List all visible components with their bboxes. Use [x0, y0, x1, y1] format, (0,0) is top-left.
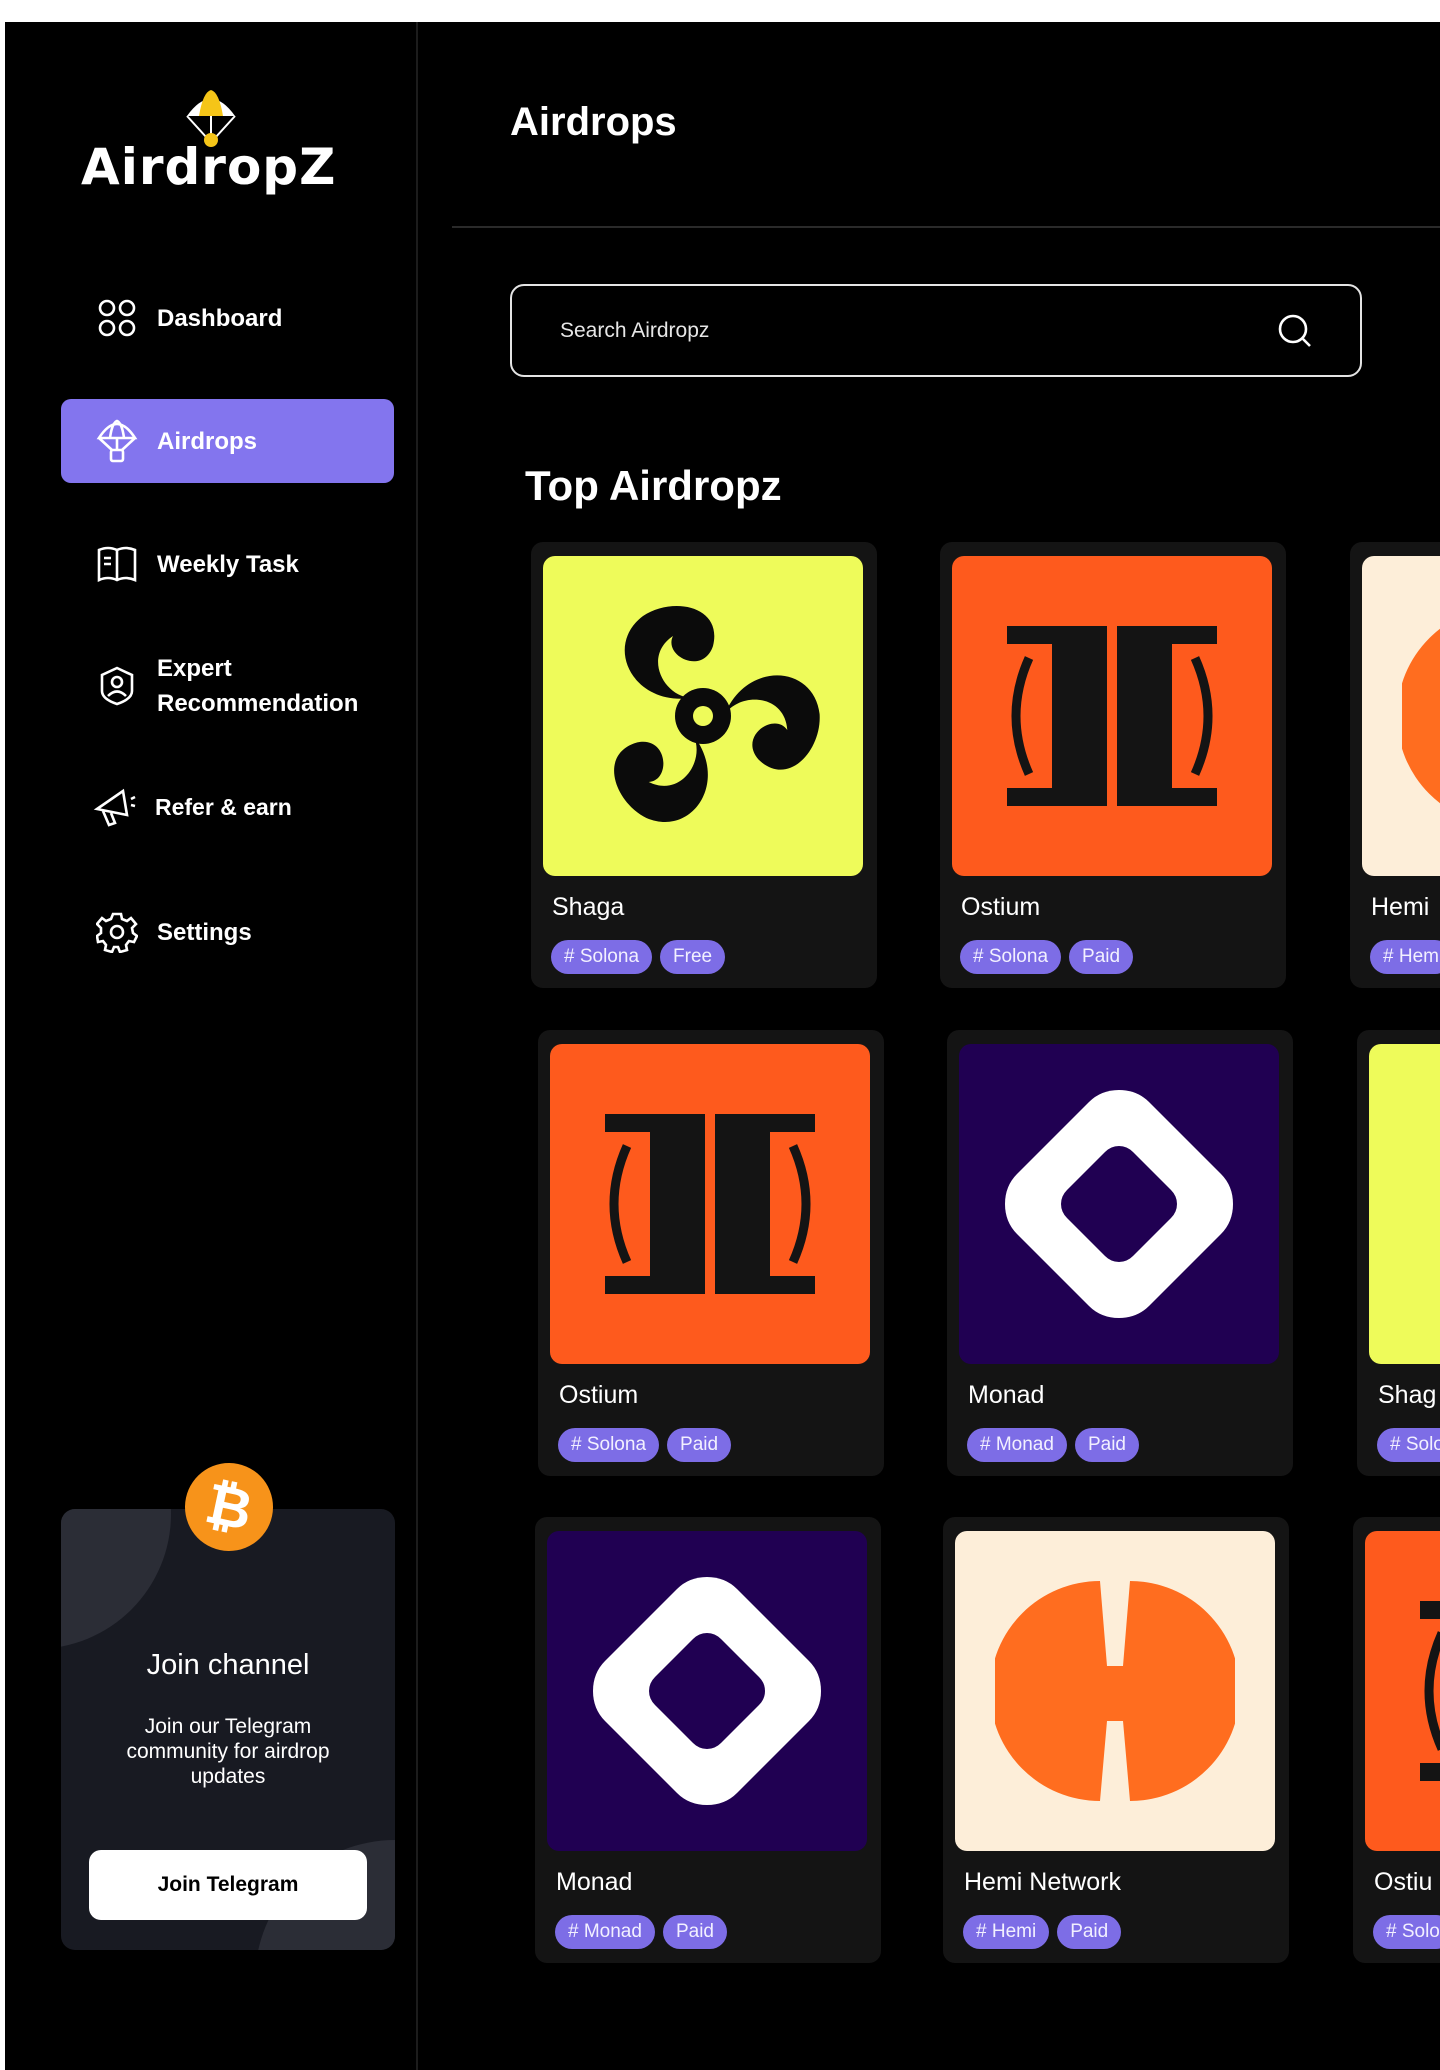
- chain-tag[interactable]: # Solona: [960, 940, 1062, 974]
- chain-tag[interactable]: # Monad: [555, 1915, 655, 1949]
- airdrop-card[interactable]: Hemi Network # Hemi Paid: [943, 1517, 1289, 1963]
- sidebar-item-airdrops[interactable]: Airdrops: [61, 399, 394, 483]
- monad-logo-icon: [1005, 1090, 1233, 1318]
- card-title: Shaga: [552, 893, 625, 921]
- sidebar-item-label: Settings: [157, 918, 252, 946]
- card-title: Shag: [1378, 1381, 1437, 1409]
- chain-tag[interactable]: # Hemi: [963, 1915, 1050, 1949]
- airdrop-card[interactable]: Monad # Monad Paid: [535, 1517, 881, 1963]
- sidebar-item-weekly-task[interactable]: Weekly Task: [61, 522, 394, 606]
- sidebar-item-expert-recommendation[interactable]: Expert Recommendation: [61, 636, 394, 736]
- sidebar-item-label: Dashboard: [157, 304, 283, 332]
- decorative-circle: [61, 1509, 171, 1649]
- chain-tag[interactable]: # Monad: [967, 1428, 1067, 1462]
- sidebar-item-label: Refer & earn: [155, 793, 292, 820]
- sidebar: AirdropZ Dashboard Airdrops Weekly Task …: [5, 22, 418, 2070]
- search-bar: [510, 284, 1362, 377]
- gear-icon: [95, 910, 139, 954]
- section-title: Top Airdropz: [525, 462, 782, 509]
- megaphone-icon: [93, 785, 137, 829]
- price-tag[interactable]: Paid: [667, 1428, 732, 1462]
- ostium-logo-icon: [1007, 626, 1217, 806]
- sidebar-item-label: Weekly Task: [157, 550, 299, 578]
- logo-text: AirdropZ: [81, 138, 337, 196]
- book-icon: [95, 542, 139, 586]
- join-channel-card: Join channel Join our Telegram community…: [61, 1509, 395, 1950]
- monad-logo: [959, 1044, 1279, 1364]
- ostium-logo-icon: [1420, 1601, 1440, 1781]
- chain-tag[interactable]: # Solona: [551, 940, 653, 974]
- ostium-logo: [952, 556, 1272, 876]
- sidebar-item-label: Airdrops: [157, 427, 258, 455]
- airdrop-card[interactable]: Ostiu # Solo: [1353, 1517, 1440, 1963]
- chain-tag[interactable]: # Solo: [1373, 1915, 1440, 1949]
- airdrop-card[interactable]: Ostium # Solona Paid: [538, 1030, 884, 1476]
- price-tag[interactable]: Paid: [1074, 1428, 1139, 1462]
- ostium-logo: [550, 1044, 870, 1364]
- hemi-logo-icon: [1402, 628, 1440, 804]
- hemi-logo: [955, 1531, 1275, 1851]
- card-title: Ostium: [961, 893, 1041, 921]
- search-input[interactable]: [512, 286, 1275, 375]
- join-telegram-button[interactable]: Join Telegram: [89, 1850, 367, 1920]
- shaga-logo: [543, 556, 863, 876]
- card-title: Monad: [556, 1868, 633, 1896]
- user-badge-icon: [95, 664, 139, 708]
- chain-tag[interactable]: # Solo: [1377, 1428, 1440, 1462]
- shaga-logo-icon: [602, 606, 823, 836]
- header-divider: [452, 226, 1440, 228]
- grid-icon: [95, 296, 139, 340]
- sidebar-item-dashboard[interactable]: Dashboard: [61, 276, 394, 360]
- parachute-icon: [95, 419, 139, 463]
- shaga-logo-icon: [1409, 1084, 1440, 1324]
- chain-tag[interactable]: # Solona: [558, 1428, 660, 1462]
- card-title: Monad: [968, 1381, 1045, 1409]
- sidebar-item-label: Expert Recommendation: [157, 655, 359, 717]
- hemi-logo: [1362, 556, 1440, 876]
- price-tag[interactable]: Paid: [1069, 940, 1134, 974]
- brand-logo[interactable]: AirdropZ: [77, 88, 335, 208]
- card-title: Hemi: [1371, 893, 1430, 921]
- page-title: Airdrops: [510, 100, 677, 144]
- chain-tag[interactable]: # Hem: [1370, 940, 1440, 974]
- ostium-logo: [1365, 1531, 1440, 1851]
- card-title: Ostium: [559, 1381, 639, 1409]
- airdrop-card[interactable]: Ostium # Solona Paid: [940, 542, 1286, 988]
- channel-description: Join our Telegram community for airdrop …: [126, 1715, 330, 1788]
- airdrop-card[interactable]: Hemi # Hem: [1350, 542, 1440, 988]
- price-tag[interactable]: Paid: [1057, 1915, 1122, 1949]
- price-tag[interactable]: Free: [660, 940, 726, 974]
- ostium-logo-icon: [605, 1114, 815, 1294]
- sidebar-item-refer-earn[interactable]: Refer & earn: [61, 765, 394, 849]
- hemi-logo-icon: [995, 1581, 1235, 1801]
- sidebar-item-settings[interactable]: Settings: [61, 890, 394, 974]
- channel-title: Join channel: [146, 1649, 310, 1681]
- airdrop-card[interactable]: Shaga # Solona Free: [531, 542, 877, 988]
- monad-logo-icon: [593, 1577, 821, 1805]
- card-title: Hemi Network: [964, 1868, 1121, 1896]
- monad-logo: [547, 1531, 867, 1851]
- shaga-logo: [1369, 1044, 1440, 1364]
- app-window: AirdropZ Dashboard Airdrops Weekly Task …: [5, 22, 1440, 2070]
- card-title: Ostiu: [1374, 1868, 1433, 1896]
- airdrop-card[interactable]: Monad # Monad Paid: [947, 1030, 1293, 1476]
- search-icon[interactable]: [1275, 311, 1315, 351]
- price-tag[interactable]: Paid: [662, 1915, 727, 1949]
- airdrop-card[interactable]: Shag # Solo: [1357, 1030, 1440, 1476]
